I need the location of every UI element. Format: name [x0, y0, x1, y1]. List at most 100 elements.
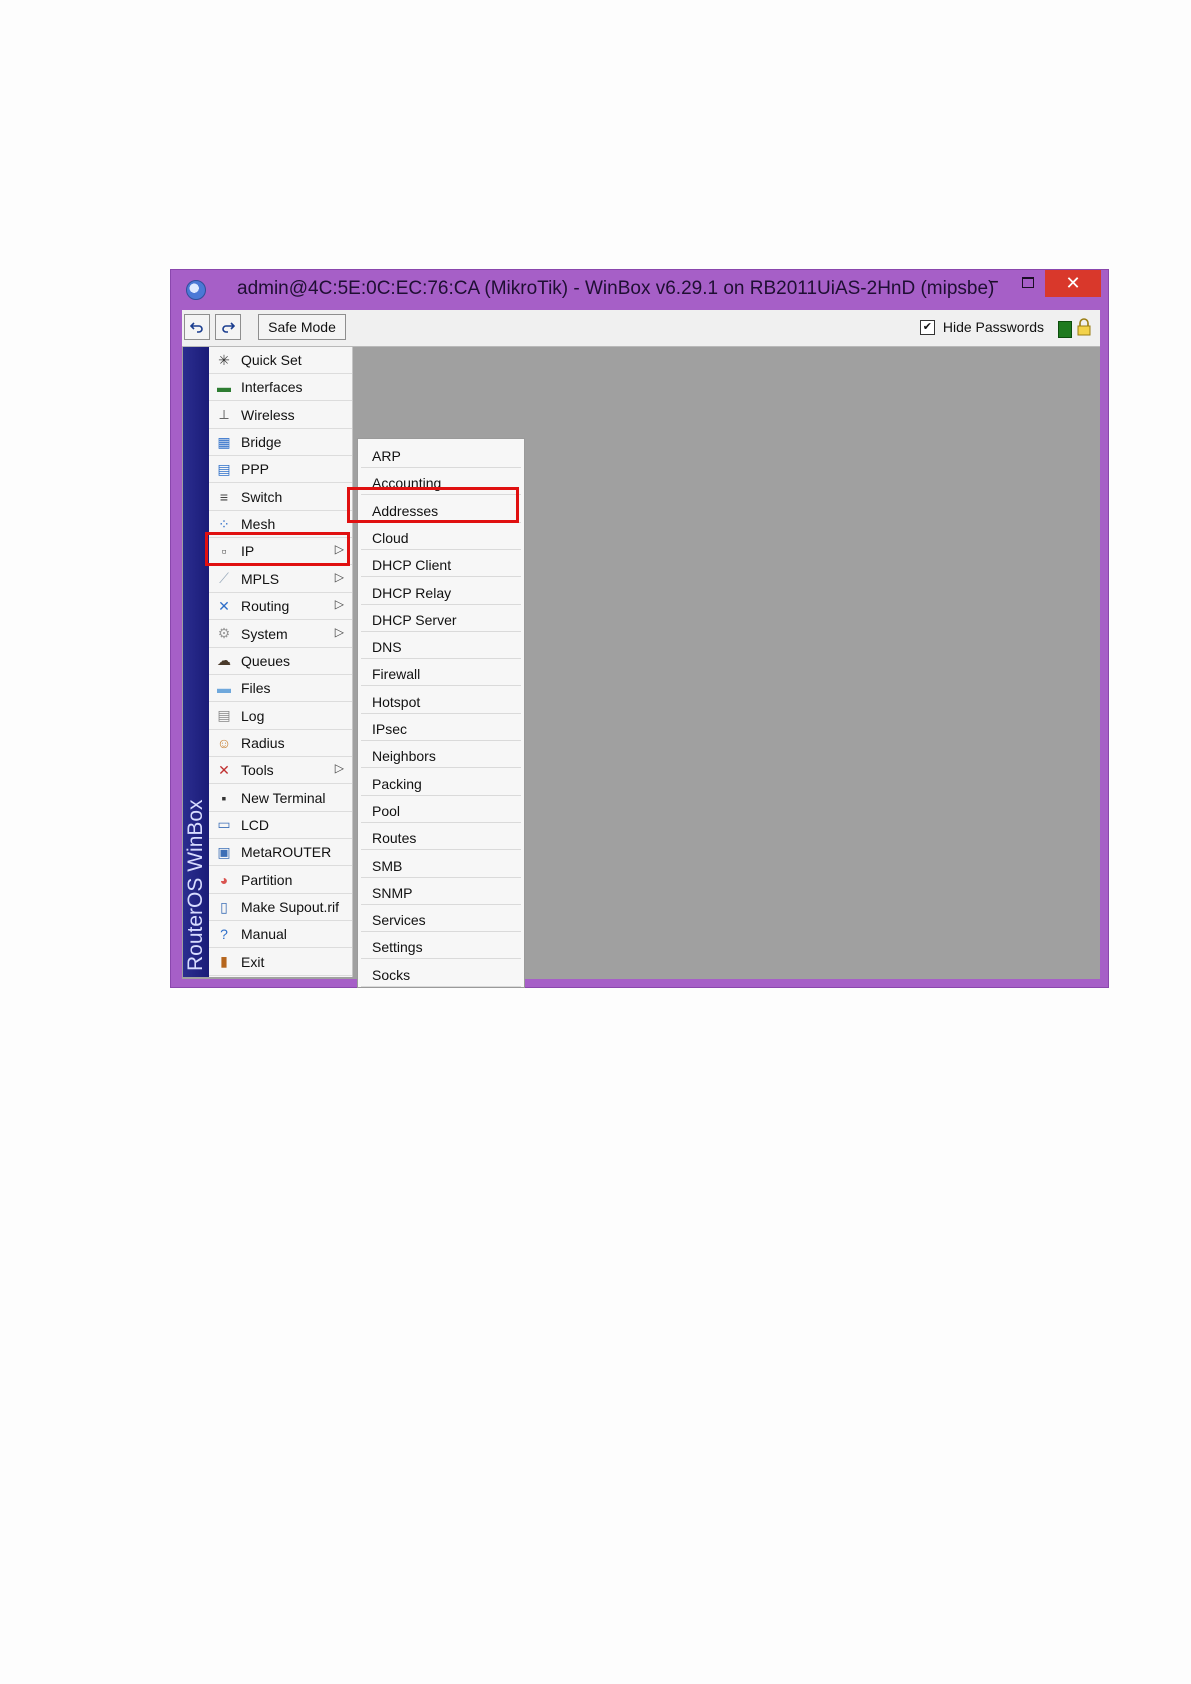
terminal-icon: ▪ [221, 789, 227, 806]
sidebar-item-label: MetaROUTER [241, 844, 332, 861]
sidebar-item-metarouter[interactable]: ▣ MetaROUTER [209, 839, 352, 867]
hide-passwords-toggle[interactable]: ✔ Hide Passwords [919, 319, 1044, 335]
lock-icon [1077, 318, 1091, 336]
ip-submenu-item-settings[interactable]: Settings [361, 933, 521, 960]
submenu-arrow-icon: ▷ [334, 597, 344, 612]
sidebar-item-label: Routing [241, 598, 290, 615]
sidebar-item-interfaces[interactable]: ▬ Interfaces [209, 374, 352, 402]
sidebar-item-tools[interactable]: ✕ Tools ▷ [209, 757, 352, 785]
hide-passwords-checkbox[interactable]: ✔ [919, 319, 935, 335]
sidebar-item-quick-set[interactable]: ✳ Quick Set [209, 347, 352, 374]
metarouter-icon: ▣ [217, 843, 231, 860]
ip-submenu-item-packing[interactable]: Packing [361, 770, 521, 796]
ip-submenu-item-services[interactable]: Services [361, 906, 521, 933]
close-button[interactable]: ✕ [1045, 270, 1101, 297]
connection-status-icon [1058, 321, 1072, 338]
sidebar-item-label: Files [241, 680, 271, 697]
sidebar-item-switch[interactable]: ≡ Switch [209, 484, 352, 511]
users-icon: ☺ [216, 734, 232, 751]
ip-submenu-item-dhcp-client[interactable]: DHCP Client [361, 551, 521, 578]
ip-submenu-item-dhcp-relay[interactable]: DHCP Relay [361, 579, 521, 605]
sidebar-item-label: Interfaces [241, 379, 303, 396]
sidebar-item-label: Switch [241, 488, 283, 505]
client-area: Safe Mode ✔ Hide Passwords RouterOS WinB… [182, 310, 1100, 979]
minimize-button[interactable]: – [979, 270, 1009, 297]
pie-icon: ◕ [219, 871, 229, 888]
submenu-arrow-icon: ▷ [334, 569, 344, 584]
sidebar-item-label: Exit [241, 953, 265, 970]
sidebar-item-bridge[interactable]: ▦ Bridge [209, 429, 352, 457]
toolbar: Safe Mode ✔ Hide Passwords [182, 310, 1100, 347]
sidebar-item-label: MPLS [241, 570, 280, 587]
document-icon: ▯ [220, 898, 228, 915]
addresses-highlight-box [347, 487, 519, 523]
interfaces-icon: ▬ [217, 379, 231, 396]
routing-icon: ✕ [218, 597, 230, 614]
redo-button[interactable] [215, 314, 241, 340]
window-title: admin@4C:5E:0C:EC:76:CA (MikroTik) - Win… [237, 278, 995, 299]
side-band-label: RouterOS WinBox [184, 799, 207, 971]
sidebar-item-partition[interactable]: ◕ Partition [209, 867, 352, 894]
monitor-icon: ▭ [217, 816, 231, 833]
sidebar-item-mpls[interactable]: ⟋ MPLS ▷ [209, 566, 352, 593]
queues-icon: ☁ [217, 652, 231, 669]
exit-icon: ▮ [220, 953, 228, 970]
undo-icon [190, 322, 203, 333]
sidebar-item-label: Partition [241, 871, 293, 888]
submenu-arrow-icon: ▷ [334, 624, 344, 639]
ip-submenu-item-pool[interactable]: Pool [361, 797, 521, 823]
gear-icon: ⚙ [217, 625, 231, 641]
ip-submenu-item-firewall[interactable]: Firewall [361, 660, 521, 687]
sidebar-item-label: Quick Set [241, 352, 302, 368]
log-icon: ▤ [217, 707, 231, 724]
winbox-app-icon[interactable] [186, 280, 206, 300]
folder-icon: ▬ [217, 680, 231, 697]
sidebar-item-queues[interactable]: ☁ Queues [209, 648, 352, 675]
ip-submenu-item-dns[interactable]: DNS [361, 633, 521, 660]
help-icon: ? [220, 926, 228, 943]
ip-submenu-item-socks[interactable]: Socks [361, 961, 521, 987]
sidebar-item-label: Bridge [241, 434, 282, 451]
mesh-icon: ⁘ [218, 515, 230, 532]
ip-submenu-item-arp[interactable]: ARP [361, 442, 521, 468]
sidebar-item-label: LCD [241, 816, 270, 833]
sidebar-item-exit[interactable]: ▮ Exit [209, 949, 352, 976]
sidebar-item-radius[interactable]: ☺ Radius [209, 730, 352, 757]
routeros-winbox-band: RouterOS WinBox [183, 347, 209, 977]
sidebar-item-label: Tools [241, 762, 274, 779]
winbox-window: admin@4C:5E:0C:EC:76:CA (MikroTik) - Win… [170, 269, 1109, 988]
sidebar-item-manual[interactable]: ? Manual [209, 921, 352, 949]
ip-submenu-item-routes[interactable]: Routes [361, 824, 521, 851]
sidebar-item-label: Log [241, 707, 265, 724]
submenu-arrow-icon: ▷ [334, 761, 344, 776]
sidebar-item-wireless[interactable]: ⟂ Wireless [209, 402, 352, 429]
sidebar-item-label: New Terminal [241, 789, 326, 806]
sidebar-item-label: Queues [241, 652, 291, 669]
ip-submenu-item-neighbors[interactable]: Neighbors [361, 742, 521, 769]
ppp-icon: ▤ [217, 460, 231, 477]
undo-button[interactable] [184, 314, 210, 340]
ip-submenu-item-smb[interactable]: SMB [361, 852, 521, 878]
hide-passwords-label: Hide Passwords [942, 319, 1044, 335]
ip-submenu-item-ipsec[interactable]: IPsec [361, 715, 521, 741]
ip-submenu-item-cloud[interactable]: Cloud [361, 524, 521, 550]
main-menu: ✳ Quick Set ▬ Interfaces ⟂ Wireless ▦ Bridge ▤ PP… [209, 347, 353, 977]
sidebar-item-ppp[interactable]: ▤ PPP [209, 456, 352, 484]
sidebar-item-system[interactable]: ⚙ System ▷ [209, 621, 352, 648]
title-bar[interactable]: admin@4C:5E:0C:EC:76:CA (MikroTik) - Win… [171, 270, 1108, 310]
ip-submenu-item-snmp[interactable]: SNMP [361, 879, 521, 905]
sidebar-item-make-supout-rif[interactable]: ▯ Make Supout.rif [209, 894, 352, 921]
sidebar-item-new-terminal[interactable]: ▪ New Terminal [209, 785, 352, 812]
switch-icon: ≡ [219, 488, 229, 505]
safe-mode-button[interactable]: Safe Mode [258, 314, 346, 340]
ip-submenu-item-hotspot[interactable]: Hotspot [361, 688, 521, 714]
sidebar-item-label: Wireless [241, 406, 295, 423]
sidebar-item-lcd[interactable]: ▭ LCD [209, 812, 352, 839]
wand-icon: ✳ [218, 351, 230, 368]
antenna-icon: ⟂ [219, 406, 229, 423]
ip-submenu-item-dhcp-server[interactable]: DHCP Server [361, 606, 521, 632]
sidebar-item-log[interactable]: ▤ Log [209, 703, 352, 730]
maximize-button[interactable] [1013, 270, 1043, 297]
sidebar-item-routing[interactable]: ✕ Routing ▷ [209, 593, 352, 621]
sidebar-item-files[interactable]: ▬ Files [209, 675, 352, 703]
